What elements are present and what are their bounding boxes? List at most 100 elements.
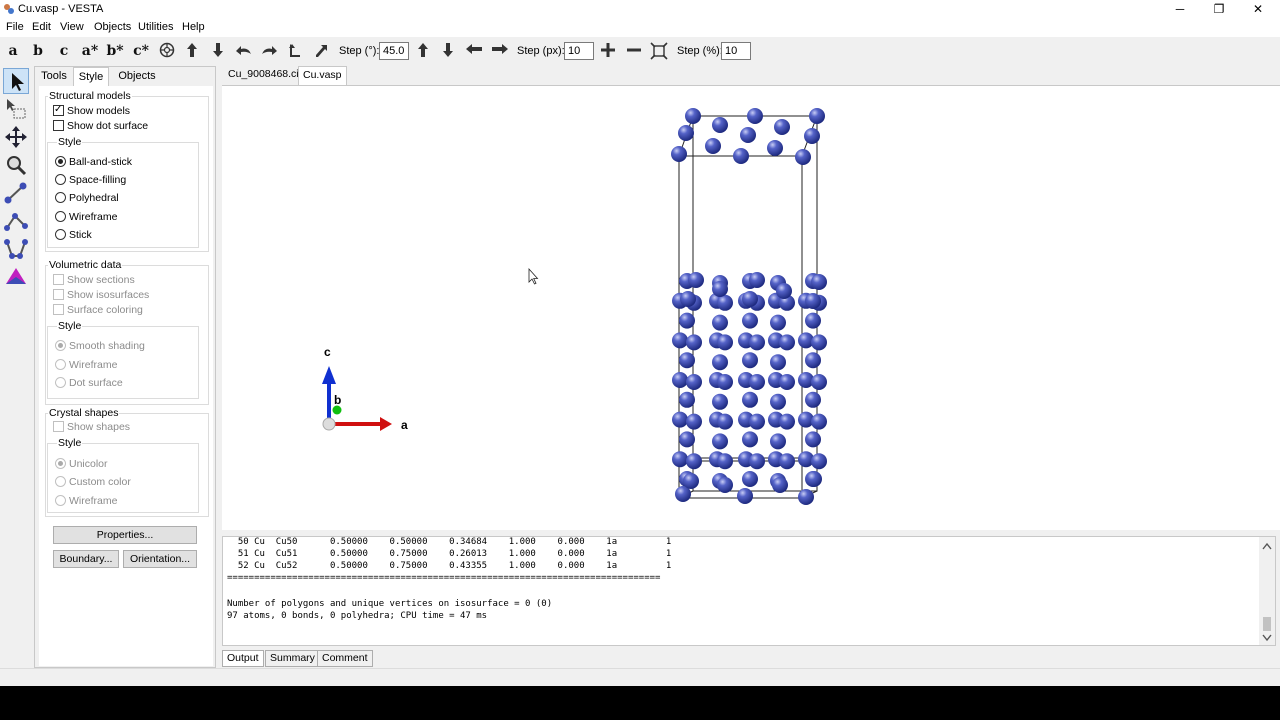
dihedral-tool-icon[interactable] xyxy=(3,236,29,262)
cu-atom[interactable] xyxy=(685,108,701,124)
select-area-tool-icon[interactable] xyxy=(3,96,29,122)
crystal-structure-view[interactable]: c b a xyxy=(222,86,1280,531)
cu-atom[interactable] xyxy=(798,489,814,505)
boundary-button[interactable]: Boundary... xyxy=(53,550,119,568)
show-sections-checkbox[interactable]: Show sections xyxy=(53,273,135,287)
menu-edit[interactable]: Edit xyxy=(32,21,51,33)
cu-atom[interactable] xyxy=(795,149,811,165)
cu-atom[interactable] xyxy=(770,314,786,331)
volumetric-wireframe-radio[interactable]: Wireframe xyxy=(55,358,117,372)
view-along-c-button[interactable]: c xyxy=(53,41,75,61)
cu-atom[interactable] xyxy=(742,391,758,408)
menu-file[interactable]: File xyxy=(6,21,24,33)
cu-atom[interactable] xyxy=(806,471,822,487)
cu-atom[interactable] xyxy=(809,108,825,124)
cu-atom[interactable] xyxy=(779,334,795,351)
cu-atom[interactable] xyxy=(811,374,827,390)
cu-atom[interactable] xyxy=(770,354,786,371)
cu-atom[interactable] xyxy=(717,453,733,470)
cu-atom[interactable] xyxy=(749,272,765,288)
cu-atom[interactable] xyxy=(772,477,788,493)
view-along-a-button[interactable]: a xyxy=(2,41,24,61)
cu-atom[interactable] xyxy=(805,293,821,309)
cu-atom[interactable] xyxy=(805,352,821,369)
plane-tool-icon[interactable] xyxy=(3,264,29,290)
translate-left-icon[interactable] xyxy=(464,42,484,60)
style-space-filling-radio[interactable]: Space-filling xyxy=(55,173,126,187)
cu-atom[interactable] xyxy=(776,283,792,299)
maximize-button[interactable]: ❐ xyxy=(1199,0,1239,19)
cu-atom[interactable] xyxy=(712,314,728,331)
style-wireframe-radio[interactable]: Wireframe xyxy=(55,210,117,224)
tab-summary[interactable]: Summary xyxy=(265,650,320,667)
smooth-shading-radio[interactable]: Smooth shading xyxy=(55,339,145,353)
cu-atom[interactable] xyxy=(779,374,795,390)
cu-atom[interactable] xyxy=(733,148,749,164)
cu-atom[interactable] xyxy=(770,433,786,450)
output-scrollbar[interactable] xyxy=(1259,537,1275,645)
cu-atom[interactable] xyxy=(749,334,765,351)
cu-atom[interactable] xyxy=(747,108,763,124)
cu-atom[interactable] xyxy=(683,473,699,489)
cu-atom[interactable] xyxy=(811,334,827,351)
tab-tools[interactable]: Tools xyxy=(37,67,71,86)
translate-right-icon[interactable] xyxy=(490,42,510,60)
orientation-button[interactable]: Orientation... xyxy=(123,550,197,568)
translate-tool-icon[interactable] xyxy=(3,124,29,150)
crystal-wireframe-radio[interactable]: Wireframe xyxy=(55,494,117,508)
cu-atom[interactable] xyxy=(742,312,758,329)
reset-orientation-icon[interactable] xyxy=(157,42,177,60)
view-along-c-star-button[interactable]: c* xyxy=(130,41,152,61)
translate-up-icon[interactable] xyxy=(413,42,433,60)
cu-atom[interactable] xyxy=(712,117,728,133)
cu-atom[interactable] xyxy=(779,413,795,430)
select-tool-icon[interactable] xyxy=(3,68,29,94)
tab-cu-vasp[interactable]: Cu.vasp xyxy=(298,66,347,85)
show-dot-surface-checkbox[interactable]: Show dot surface xyxy=(53,119,148,133)
cu-atom[interactable] xyxy=(712,393,728,410)
translate-down-icon[interactable] xyxy=(438,42,458,60)
view-along-a-star-button[interactable]: a* xyxy=(79,41,101,61)
cu-atom[interactable] xyxy=(688,272,704,288)
cu-atom[interactable] xyxy=(678,125,694,141)
cu-atom[interactable] xyxy=(717,334,733,351)
tab-style[interactable]: Style xyxy=(73,67,109,86)
fit-to-window-icon[interactable] xyxy=(649,42,669,60)
cu-atom[interactable] xyxy=(679,352,695,369)
view-along-b-star-button[interactable]: b* xyxy=(104,41,126,61)
cu-atom[interactable] xyxy=(737,488,753,504)
style-stick-radio[interactable]: Stick xyxy=(55,228,92,242)
cu-atom[interactable] xyxy=(671,146,687,162)
cu-atom[interactable] xyxy=(742,291,758,307)
cu-atom[interactable] xyxy=(749,374,765,390)
style-polyhedral-radio[interactable]: Polyhedral xyxy=(55,191,119,205)
cu-atom[interactable] xyxy=(686,374,702,390)
cu-atom[interactable] xyxy=(680,291,696,307)
show-models-checkbox[interactable]: Show models xyxy=(53,103,130,118)
cu-atom[interactable] xyxy=(686,334,702,351)
show-shapes-checkbox[interactable]: Show shapes xyxy=(53,420,130,434)
cu-atom[interactable] xyxy=(717,477,733,493)
cu-atom[interactable] xyxy=(774,119,790,135)
cu-atom[interactable] xyxy=(811,274,827,290)
cu-atom[interactable] xyxy=(679,312,695,329)
rotate-up-icon[interactable] xyxy=(182,42,202,60)
style-ball-and-stick-radio[interactable]: Ball-and-stick xyxy=(55,155,132,169)
rotate-left-icon[interactable] xyxy=(234,42,254,60)
dot-surface-radio[interactable]: Dot surface xyxy=(55,376,123,390)
menu-help[interactable]: Help xyxy=(182,21,205,33)
surface-coloring-checkbox[interactable]: Surface coloring xyxy=(53,303,143,317)
structure-viewport[interactable]: c b a xyxy=(222,85,1280,530)
show-isosurfaces-checkbox[interactable]: Show isosurfaces xyxy=(53,288,149,302)
cu-atom[interactable] xyxy=(712,281,728,297)
cu-atom[interactable] xyxy=(672,372,688,388)
tab-objects[interactable]: Objects xyxy=(115,67,159,86)
cu-atom[interactable] xyxy=(686,413,702,430)
cu-atom[interactable] xyxy=(805,312,821,329)
rotate-ccw-icon[interactable] xyxy=(285,42,305,60)
zoom-in-icon[interactable] xyxy=(598,42,618,60)
cu-atom[interactable] xyxy=(805,431,821,448)
cu-atom[interactable] xyxy=(749,453,765,470)
cu-atom[interactable] xyxy=(679,391,695,408)
menu-utilities[interactable]: Utilities xyxy=(138,21,173,33)
